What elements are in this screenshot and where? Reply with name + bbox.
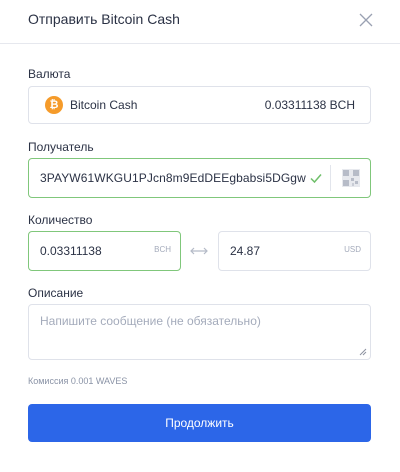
amount-fiat-input[interactable]: 24.87 USD — [218, 231, 371, 271]
description-textarea[interactable]: Напишите сообщение (не обязательно) — [28, 304, 371, 360]
currency-label: Валюта — [28, 67, 71, 81]
check-icon — [310, 174, 322, 184]
amount-label: Количество — [28, 213, 93, 227]
amount-crypto-unit: BCH — [154, 245, 171, 254]
qr-code-icon[interactable] — [342, 169, 360, 187]
recipient-field[interactable]: 3PAYW61WKGU1PJcn8m9EdDEEgbabsi5DGgw — [28, 158, 371, 198]
dialog-title: Отправить Bitcoin Cash — [28, 11, 180, 27]
fee-text: Комиссия 0.001 WAVES — [28, 376, 128, 386]
swap-arrows-icon[interactable] — [189, 241, 209, 261]
field-divider — [330, 165, 331, 191]
bitcoin-icon: ₿ — [45, 96, 63, 114]
amount-fiat-unit: USD — [344, 245, 361, 254]
currency-balance: 0.03311138 BCH — [264, 98, 355, 112]
currency-select[interactable]: ₿ Bitcoin Cash 0.03311138 BCH — [28, 86, 371, 124]
currency-name: Bitcoin Cash — [70, 98, 138, 112]
description-label: Описание — [28, 286, 84, 300]
close-icon[interactable] — [357, 11, 375, 29]
recipient-label: Получатель — [28, 140, 94, 154]
continue-button[interactable]: Продолжить — [28, 404, 371, 442]
dialog-header: Отправить Bitcoin Cash — [0, 0, 400, 44]
amount-fiat-value[interactable]: 24.87 — [230, 244, 260, 258]
amount-crypto-input[interactable]: 0.03311138 BCH — [28, 231, 181, 271]
resize-handle-icon[interactable] — [359, 348, 367, 356]
recipient-input[interactable]: 3PAYW61WKGU1PJcn8m9EdDEEgbabsi5DGgw — [40, 171, 306, 185]
description-placeholder: Напишите сообщение (не обязательно) — [40, 314, 261, 328]
amount-crypto-value[interactable]: 0.03311138 — [40, 244, 102, 258]
